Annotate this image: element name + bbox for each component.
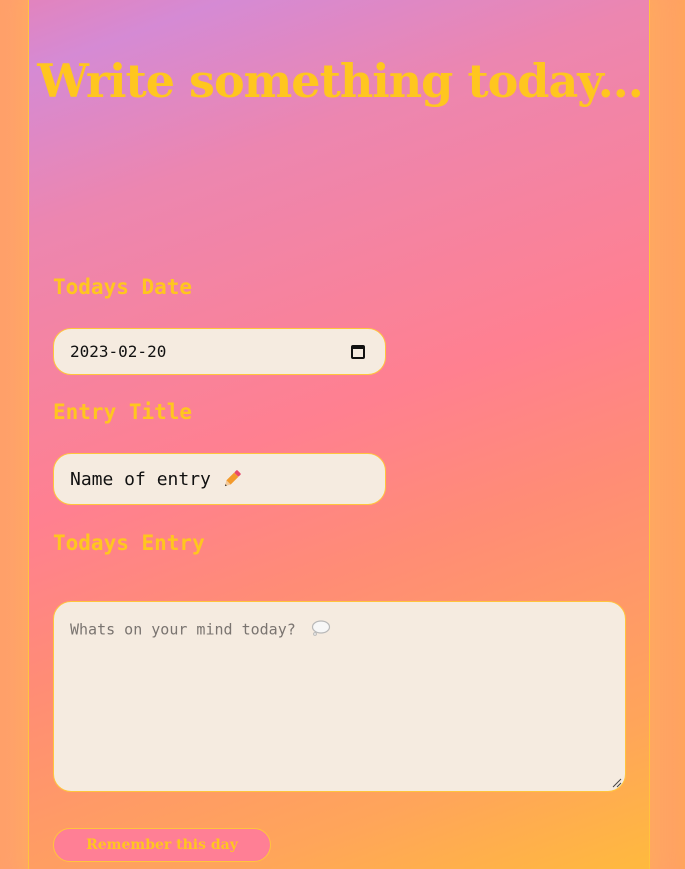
page-title: Write something today... <box>37 54 644 108</box>
entry-textarea[interactable]: Whats on your mind today? <box>53 601 626 792</box>
date-value: 2023-02-20 <box>70 342 167 361</box>
pencil-icon <box>221 468 243 490</box>
journal-card: Write something today... Todays Date 202… <box>28 0 650 869</box>
entry-title-input[interactable]: Name of entry <box>53 453 386 505</box>
entry-title-label: Entry Title <box>53 400 193 424</box>
background-glow-left <box>0 0 28 869</box>
remember-day-button[interactable]: Remember this day <box>53 828 271 862</box>
speech-bubble-icon <box>311 620 331 640</box>
entry-label: Todays Entry <box>53 531 205 555</box>
resize-handle-icon[interactable] <box>612 778 622 788</box>
background-glow-right <box>649 0 685 869</box>
date-input[interactable]: 2023-02-20 <box>53 328 386 375</box>
date-label: Todays Date <box>53 275 193 299</box>
entry-placeholder: Whats on your mind today? <box>70 620 296 639</box>
entry-title-value: Name of entry <box>70 468 211 490</box>
calendar-icon[interactable] <box>351 344 365 359</box>
